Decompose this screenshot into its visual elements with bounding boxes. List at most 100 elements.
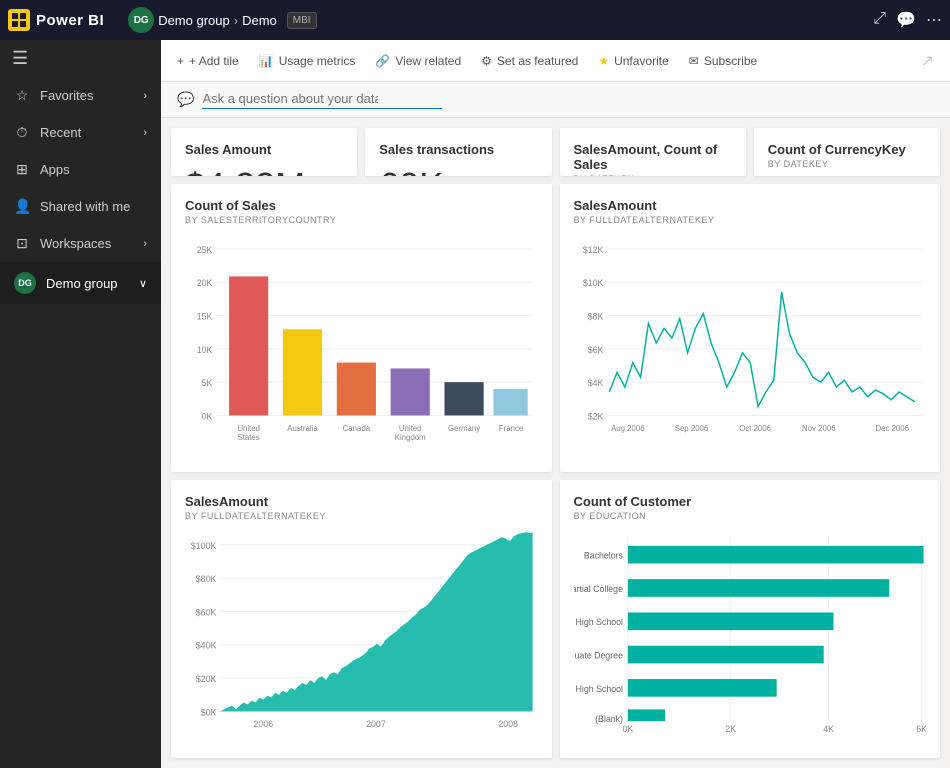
card-sales-amount-count: SalesAmount, Count of Sales BY DATEKEY $… bbox=[560, 128, 746, 176]
count-customer-subtitle: BY EDUCATION bbox=[574, 511, 927, 521]
sales-trans-value: 60K bbox=[379, 165, 537, 176]
unfavorite-label: Unfavorite bbox=[614, 54, 669, 68]
sales-trend-chart: $100K $80K $60K $40K $20K $0K bbox=[185, 529, 538, 739]
subscribe-label: Subscribe bbox=[704, 54, 757, 68]
expand-icon[interactable]: ⤢ bbox=[873, 10, 886, 30]
view-related-action[interactable]: 🔗 View related bbox=[375, 54, 461, 68]
svg-text:Kingdom: Kingdom bbox=[395, 433, 426, 442]
svg-text:Graduate Degree: Graduate Degree bbox=[574, 650, 623, 660]
currency-subtitle: BY DATEKEY bbox=[768, 159, 926, 169]
usage-metrics-action[interactable]: 📊 Usage metrics bbox=[259, 54, 356, 68]
set-featured-action[interactable]: ⚙ Set as featured bbox=[481, 54, 578, 68]
svg-text:4K: 4K bbox=[823, 724, 834, 734]
svg-text:United: United bbox=[399, 424, 422, 433]
sidebar-item-recent[interactable]: ⏱ Recent › bbox=[0, 114, 161, 151]
subscribe-action[interactable]: ✉ Subscribe bbox=[689, 54, 757, 68]
svg-text:10K: 10K bbox=[197, 345, 213, 355]
svg-text:15K: 15K bbox=[197, 312, 213, 322]
main-layout: ☰ ☆ Favorites › ⏱ Recent › ⊞ Apps 👤 Shar… bbox=[0, 40, 950, 768]
svg-text:$80K: $80K bbox=[196, 574, 217, 584]
card-count-currency: Count of CurrencyKey BY DATEKEY 14 Goal:… bbox=[754, 128, 940, 176]
sidebar-label-apps: Apps bbox=[40, 162, 70, 177]
subheader: + + Add tile 📊 Usage metrics 🔗 View rela… bbox=[161, 40, 950, 82]
comment-icon[interactable]: 💬 bbox=[896, 10, 916, 30]
card-count-customer: Count of Customer BY EDUCATION 0K 2K 4K … bbox=[560, 480, 941, 758]
sidebar-item-favorites[interactable]: ☆ Favorites › bbox=[0, 77, 161, 114]
qa-bar: 💬 bbox=[161, 82, 950, 118]
svg-text:Canada: Canada bbox=[343, 424, 371, 433]
favorites-arrow: › bbox=[143, 90, 147, 102]
unfavorite-action[interactable]: ★ Unfavorite bbox=[598, 54, 668, 68]
logo-icon bbox=[8, 9, 30, 31]
topbar: Power BI DG Demo group › Demo MBI ⤢ 💬 ⋯ bbox=[0, 0, 950, 40]
svg-text:0K: 0K bbox=[202, 411, 213, 421]
count-sales-subtitle: BY SALESTERRITORYCOUNTRY bbox=[185, 215, 538, 225]
demo-group-arrow: ∨ bbox=[139, 277, 147, 290]
count-sales-chart: 25K 20K 15K 10K 5K 0K bbox=[185, 233, 538, 453]
svg-text:$12K: $12K bbox=[582, 245, 603, 255]
sales-trend-subtitle: BY FULLDATEALTERNATEKEY bbox=[185, 511, 538, 521]
card-sales-transactions: Sales transactions 60K bbox=[365, 128, 551, 176]
svg-text:$6K: $6K bbox=[587, 345, 603, 355]
breadcrumb: DG Demo group › Demo MBI bbox=[128, 7, 316, 33]
sales-amount-value: $4.22M bbox=[185, 165, 343, 176]
breadcrumb-group[interactable]: Demo group bbox=[158, 13, 230, 28]
svg-text:Bachelors: Bachelors bbox=[583, 551, 623, 561]
dashboard: Sales Amount $4.22M Sales transactions 6… bbox=[161, 118, 950, 768]
sales-trans-title: Sales transactions bbox=[379, 142, 537, 157]
settings-icon[interactable]: ⋯ bbox=[926, 10, 942, 30]
logo: Power BI bbox=[8, 9, 104, 31]
add-tile-label: + Add tile bbox=[189, 54, 239, 68]
sidebar-label-demo-group: Demo group bbox=[46, 276, 118, 291]
mbi-badge: MBI bbox=[287, 12, 317, 29]
svg-text:Aug 2006: Aug 2006 bbox=[611, 424, 645, 433]
sidebar-item-shared[interactable]: 👤 Shared with me bbox=[0, 188, 161, 225]
breadcrumb-separator: › bbox=[234, 13, 238, 28]
svg-text:Dec 2006: Dec 2006 bbox=[875, 424, 909, 433]
sidebar-item-apps[interactable]: ⊞ Apps bbox=[0, 151, 161, 188]
qa-icon: 💬 bbox=[177, 91, 194, 108]
svg-text:25K: 25K bbox=[197, 245, 213, 255]
add-tile-icon: + bbox=[177, 54, 184, 68]
svg-text:Oct 2006: Oct 2006 bbox=[739, 424, 771, 433]
svg-text:$4K: $4K bbox=[587, 378, 603, 388]
card-sales-amount-line: SalesAmount BY FULLDATEALTERNATEKEY $12K… bbox=[560, 184, 941, 472]
add-tile-action[interactable]: + + Add tile bbox=[177, 54, 239, 68]
svg-text:$40K: $40K bbox=[196, 641, 217, 651]
svg-text:France: France bbox=[499, 424, 523, 433]
sidebar-item-workspaces[interactable]: ⊡ Workspaces › bbox=[0, 225, 161, 262]
sidebar-item-demo-group[interactable]: DG Demo group ∨ bbox=[0, 262, 161, 304]
share-icon[interactable]: ↗ bbox=[921, 51, 934, 71]
unfavorite-icon: ★ bbox=[598, 54, 609, 68]
workspaces-icon: ⊡ bbox=[14, 235, 30, 252]
breadcrumb-item[interactable]: Demo bbox=[242, 13, 277, 28]
sidebar-label-favorites: Favorites bbox=[40, 88, 93, 103]
sales-amount-line-title: SalesAmount bbox=[574, 198, 927, 213]
content-area: + + Add tile 📊 Usage metrics 🔗 View rela… bbox=[161, 40, 950, 768]
hamburger-menu[interactable]: ☰ bbox=[0, 40, 161, 77]
svg-text:$10K: $10K bbox=[582, 278, 603, 288]
svg-text:Nov 2006: Nov 2006 bbox=[802, 424, 836, 433]
recent-arrow: › bbox=[143, 127, 147, 139]
svg-text:Germany: Germany bbox=[448, 424, 480, 433]
sales-amount-title: Sales Amount bbox=[185, 142, 343, 157]
sidebar-label-workspaces: Workspaces bbox=[40, 236, 111, 251]
svg-text:2006: 2006 bbox=[254, 719, 274, 729]
sales-amount-count-title: SalesAmount, Count of Sales bbox=[574, 142, 732, 172]
currency-title: Count of CurrencyKey bbox=[768, 142, 926, 157]
svg-text:Australia: Australia bbox=[287, 424, 318, 433]
svg-text:5K: 5K bbox=[202, 378, 213, 388]
shared-icon: 👤 bbox=[14, 198, 30, 215]
subscribe-icon: ✉ bbox=[689, 54, 699, 68]
set-featured-icon: ⚙ bbox=[481, 54, 492, 68]
qa-input-container[interactable] bbox=[202, 90, 442, 109]
sales-amount-line-chart: $12K $10K $8K $6K $4K $2K Aug bbox=[574, 233, 927, 453]
card-sales-amount: Sales Amount $4.22M bbox=[171, 128, 357, 176]
svg-text:$20K: $20K bbox=[196, 674, 217, 684]
qa-input[interactable] bbox=[202, 91, 378, 106]
usage-metrics-label: Usage metrics bbox=[279, 54, 356, 68]
apps-icon: ⊞ bbox=[14, 161, 30, 178]
avatar: DG bbox=[128, 7, 154, 33]
usage-metrics-icon: 📊 bbox=[259, 54, 274, 68]
recent-icon: ⏱ bbox=[14, 124, 30, 141]
